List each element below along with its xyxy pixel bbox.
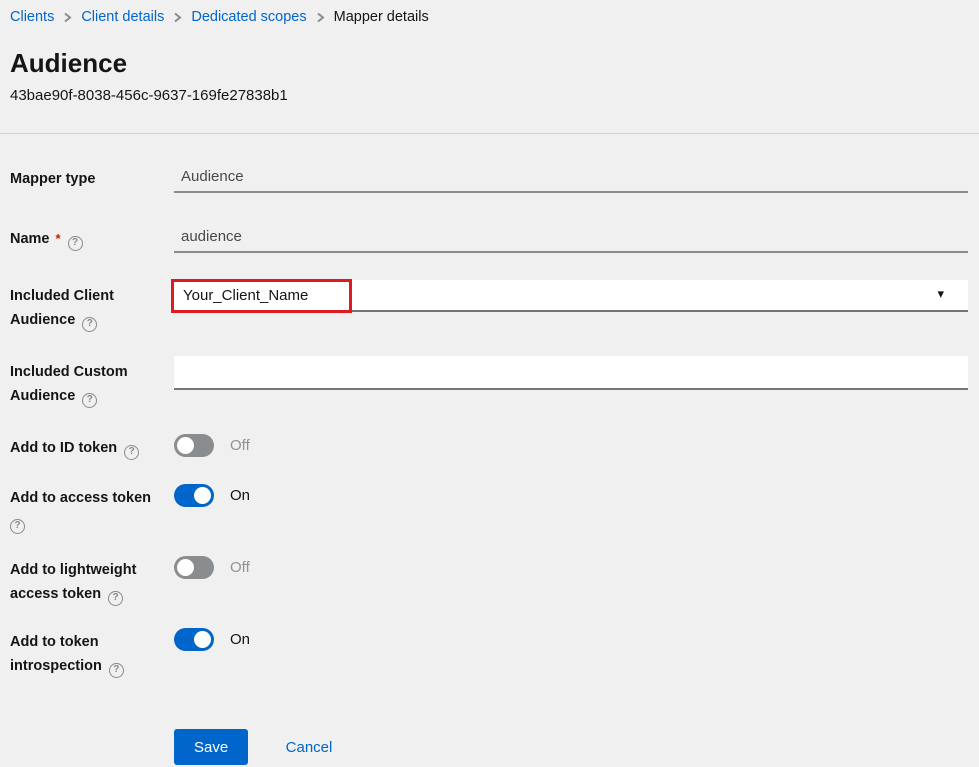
add-to-id-token-switch[interactable] — [174, 434, 214, 457]
included-client-audience-label-line1: Included Client — [10, 288, 114, 304]
chevron-right-icon — [63, 12, 72, 23]
form-row-add-to-token-introspection: Add to token introspection? On — [10, 626, 968, 678]
add-to-token-introspection-state: On — [230, 631, 250, 648]
form-row-included-custom-audience: Included Custom Audience? — [10, 356, 968, 408]
form-row-included-client-audience: Included Client Audience? Your_Client_Na… — [10, 280, 968, 332]
help-icon[interactable]: ? — [82, 317, 97, 332]
mapper-type-label-text: Mapper type — [10, 171, 95, 187]
included-client-audience-value: Your_Client_Name — [183, 287, 308, 304]
form-row-name: Name *? — [10, 223, 968, 253]
form-actions-row: Save Cancel — [10, 729, 968, 765]
caret-down-icon: ▾ — [937, 286, 944, 302]
add-to-access-token-state: On — [230, 487, 250, 504]
switch-knob — [194, 487, 211, 504]
mapper-id: 43bae90f-8038-456c-9637-169fe27838b1 — [10, 87, 979, 104]
add-to-lightweight-label-line1: Add to lightweight — [10, 562, 136, 578]
add-to-id-token-label-text: Add to ID token — [10, 440, 117, 456]
mapper-details-form: Mapper type Name *? Included Client Audie… — [0, 134, 979, 765]
switch-knob — [177, 437, 194, 454]
add-to-access-token-label-text: Add to access token — [10, 490, 151, 506]
name-label-text: Name — [10, 231, 50, 247]
form-actions: Save Cancel — [174, 729, 968, 765]
add-to-id-token-label: Add to ID token? — [10, 432, 174, 460]
help-icon[interactable]: ? — [68, 236, 83, 251]
cancel-link[interactable]: Cancel — [286, 739, 333, 756]
included-custom-audience-label: Included Custom Audience? — [10, 356, 174, 408]
save-button[interactable]: Save — [174, 729, 248, 765]
mapper-type-label: Mapper type — [10, 163, 174, 191]
help-icon[interactable]: ? — [82, 393, 97, 408]
included-client-audience-select[interactable]: Your_Client_Name ▾ — [174, 280, 968, 312]
breadcrumb-link-dedicated-scopes[interactable]: Dedicated scopes — [191, 9, 306, 25]
help-icon[interactable]: ? — [108, 591, 123, 606]
chevron-right-icon — [316, 12, 325, 23]
included-custom-audience-label-line1: Included Custom — [10, 364, 128, 380]
add-to-token-introspection-label: Add to token introspection? — [10, 626, 174, 678]
page-title: Audience — [10, 48, 979, 79]
add-to-id-token-state: Off — [230, 437, 250, 454]
form-row-add-to-id-token: Add to ID token? Off — [10, 432, 968, 460]
included-custom-audience-input[interactable] — [174, 356, 968, 390]
form-row-add-to-lightweight-access-token: Add to lightweight access token? Off — [10, 554, 968, 606]
breadcrumb: Clients Client details Dedicated scopes … — [0, 0, 979, 25]
included-custom-audience-label-line2: Audience — [10, 388, 75, 404]
help-icon[interactable]: ? — [10, 519, 25, 534]
add-to-token-introspection-label-line2: introspection — [10, 658, 102, 674]
add-to-lightweight-label-line2: access token — [10, 586, 101, 602]
name-input[interactable] — [174, 223, 968, 253]
breadcrumb-current-mapper-details: Mapper details — [334, 9, 429, 25]
add-to-access-token-label: Add to access token ? — [10, 482, 174, 534]
included-client-audience-label: Included Client Audience? — [10, 280, 174, 332]
add-to-lightweight-access-token-state: Off — [230, 559, 250, 576]
name-label: Name *? — [10, 223, 174, 251]
chevron-right-icon — [173, 12, 182, 23]
form-row-mapper-type: Mapper type — [10, 163, 968, 193]
switch-knob — [194, 631, 211, 648]
breadcrumb-link-client-details[interactable]: Client details — [81, 9, 164, 25]
form-row-add-to-access-token: Add to access token ? On — [10, 482, 968, 534]
required-asterisk: * — [56, 231, 61, 246]
add-to-token-introspection-switch[interactable] — [174, 628, 214, 651]
mapper-type-input — [174, 163, 968, 193]
add-to-access-token-switch[interactable] — [174, 484, 214, 507]
add-to-lightweight-label: Add to lightweight access token? — [10, 554, 174, 606]
included-client-audience-label-line2: Audience — [10, 312, 75, 328]
switch-knob — [177, 559, 194, 576]
add-to-lightweight-access-token-switch[interactable] — [174, 556, 214, 579]
add-to-token-introspection-label-line1: Add to token — [10, 634, 99, 650]
help-icon[interactable]: ? — [124, 445, 139, 460]
breadcrumb-link-clients[interactable]: Clients — [10, 9, 54, 25]
help-icon[interactable]: ? — [109, 663, 124, 678]
page-header: Audience 43bae90f-8038-456c-9637-169fe27… — [0, 25, 979, 104]
